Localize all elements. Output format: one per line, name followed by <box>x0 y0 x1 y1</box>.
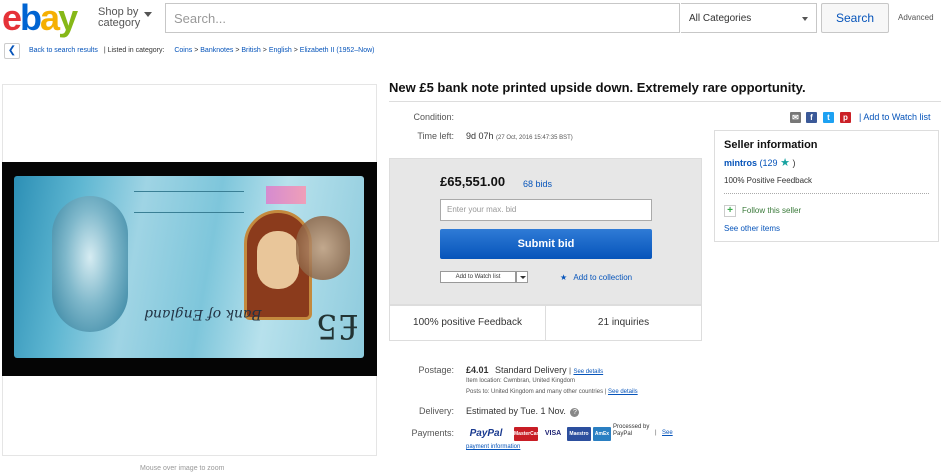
shop-by-category-button[interactable]: Shop by category <box>98 7 152 29</box>
inquiries-stat: 21 inquiries <box>597 317 650 328</box>
breadcrumb: Back to search results | Listed in categ… <box>29 47 375 54</box>
back-arrow-icon[interactable]: ❮ <box>4 43 20 59</box>
visa-logo: VISA <box>541 427 565 441</box>
foil-patch <box>266 186 306 204</box>
submit-bid-button[interactable]: Submit bid <box>440 229 652 259</box>
category-select[interactable]: All Categories <box>681 3 817 33</box>
bid-count-link[interactable]: 68 bids <box>523 179 552 189</box>
watch-list-dropdown[interactable] <box>516 271 528 283</box>
stats-row: 100% positive Feedback 21 inquiries <box>389 305 702 341</box>
positive-feedback-stat: 100% positive Feedback <box>390 306 546 340</box>
back-to-search-link[interactable]: Back to search results <box>29 47 98 54</box>
seller-star-icon: ★ <box>780 157 790 169</box>
facebook-icon[interactable]: f <box>806 112 817 123</box>
ebay-logo[interactable]: ebay <box>2 0 92 36</box>
see-other-items-link[interactable]: See other items <box>724 224 780 233</box>
postage-label: Postage: <box>418 365 454 375</box>
help-icon[interactable]: ? <box>570 408 580 417</box>
note-script: Bank of England <box>144 306 262 322</box>
postage-value: £4.01 Standard Delivery | See details <box>466 365 604 375</box>
item-location: Item location: Cwmbran, United Kingdom <box>466 378 576 384</box>
time-left-value: 9d 07h (27 Oct, 2016 15:47:35 BST) <box>466 131 573 141</box>
add-to-watch-list-link[interactable]: | Add to Watch list <box>859 112 931 122</box>
payment-information-link[interactable]: payment information <box>466 444 520 450</box>
seller-name[interactable]: mintros (129 ★ ) <box>724 156 795 169</box>
star-icon: ★ <box>560 273 568 282</box>
search-input[interactable]: Search... <box>165 3 680 33</box>
search-button[interactable]: Search <box>821 3 889 33</box>
amex-logo: AmEx <box>593 427 611 441</box>
breadcrumb-british[interactable]: British <box>241 47 260 54</box>
seller-info-title: Seller information <box>724 139 818 151</box>
breadcrumb-banknotes[interactable]: Banknotes <box>200 47 233 54</box>
divider <box>389 101 941 102</box>
follow-seller-link[interactable]: Follow this seller <box>742 206 801 215</box>
max-bid-input[interactable]: Enter your max. bid <box>440 199 652 221</box>
breadcrumb-english[interactable]: English <box>269 47 292 54</box>
note-band <box>134 191 244 213</box>
churchill-portrait <box>296 216 350 280</box>
banknote-image[interactable]: Bank of England £5 <box>14 176 364 358</box>
current-price: £65,551.00 <box>440 174 506 189</box>
chevron-down-icon <box>802 17 808 21</box>
breadcrumb-coins[interactable]: Coins <box>174 47 192 54</box>
delivery-label: Delivery: <box>418 406 454 416</box>
paypal-logo: PayPal <box>469 428 503 439</box>
plus-icon[interactable]: + <box>724 205 736 217</box>
watch-list-button[interactable]: Add to Watch list <box>440 271 516 283</box>
seller-feedback: 100% Positive Feedback <box>724 176 813 185</box>
see-details-link-2[interactable]: See details <box>608 389 638 395</box>
maestro-logo: Maestro <box>567 427 591 441</box>
see-details-link[interactable]: See details <box>573 369 603 375</box>
condition-label: Condition: <box>413 112 454 122</box>
email-icon[interactable]: ✉ <box>790 112 801 123</box>
posts-to: Posts to: United Kingdom and many other … <box>466 389 638 395</box>
queen-portrait <box>52 196 128 332</box>
divider <box>724 193 929 194</box>
see-payment-link[interactable]: See <box>662 430 673 436</box>
add-to-collection-link[interactable]: ★ Add to collection <box>560 273 632 282</box>
payments-label: Payments: <box>411 428 454 438</box>
breadcrumb-elizabeth-ii[interactable]: Elizabeth II (1952–Now) <box>300 47 375 54</box>
item-title: New £5 bank note printed upside down. Ex… <box>389 80 806 95</box>
processed-by-paypal: Processed by PayPal <box>613 424 650 437</box>
mastercard-logo: MasterCard <box>514 427 542 441</box>
twitter-icon[interactable]: t <box>823 112 834 123</box>
chevron-down-icon <box>144 12 152 17</box>
payment-separator: | <box>655 430 657 436</box>
pinterest-icon[interactable]: p <box>840 112 851 123</box>
chevron-down-icon <box>520 276 526 279</box>
five-numeral: £5 <box>316 306 360 346</box>
time-left-label: Time left: <box>417 131 454 141</box>
delivery-value: Estimated by Tue. 1 Nov. ? <box>466 406 580 417</box>
advanced-search-link[interactable]: Advanced <box>898 13 934 22</box>
zoom-caption: Mouse over image to zoom <box>140 465 225 472</box>
